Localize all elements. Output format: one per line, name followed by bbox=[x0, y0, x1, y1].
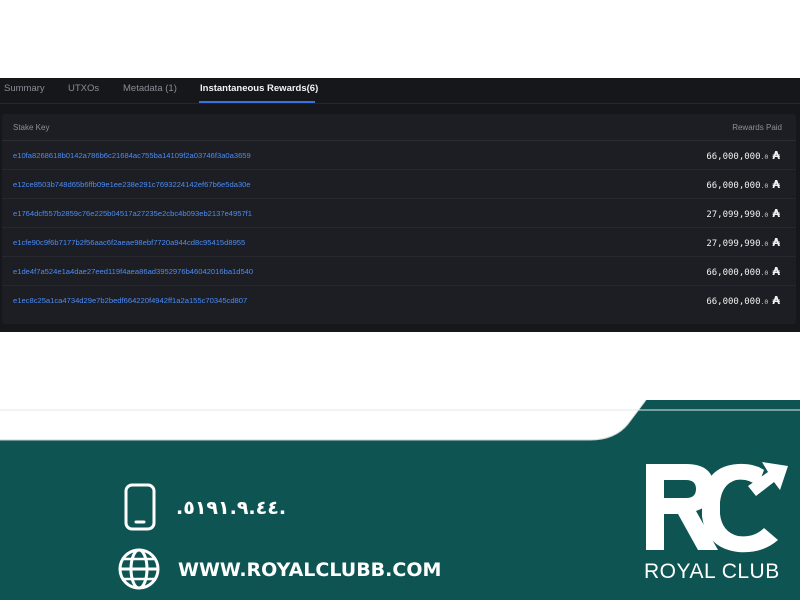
amount-decimals: .0 bbox=[760, 153, 769, 161]
tab-utxos[interactable]: UTXOs bbox=[68, 83, 99, 94]
amount-integer: 66,000,000 bbox=[706, 297, 761, 307]
table-row: e1de4f7a524e1a4dae27eed119f4aea86ad39529… bbox=[2, 257, 796, 286]
reward-amount: 66,000,000.0 ₳ bbox=[706, 265, 780, 278]
ada-currency-icon: ₳ bbox=[772, 294, 780, 307]
tab-metadata[interactable]: Metadata (1) bbox=[123, 83, 177, 94]
stake-key-link[interactable]: e12ce8503b748d65b6ffb09e1ee238e291c76932… bbox=[13, 180, 251, 189]
reward-amount: 66,000,000.0 ₳ bbox=[706, 149, 780, 162]
amount-decimals: .0 bbox=[760, 269, 769, 277]
stake-key-link[interactable]: e1cfe90c9f6b7177b2f56aac6f2aeae98ebf7720… bbox=[13, 238, 245, 247]
royal-club-logo bbox=[646, 462, 788, 553]
amount-decimals: .0 bbox=[760, 240, 769, 248]
column-header-rewards-paid: Rewards Paid bbox=[732, 123, 782, 132]
tab-bar: Summary UTXOs Metadata (1) Instantaneous… bbox=[0, 78, 800, 104]
table-row: e1ec8c25a1ca4734d29e7b2bedf664220f4942ff… bbox=[2, 286, 796, 315]
phone-icon bbox=[124, 483, 156, 531]
ada-currency-icon: ₳ bbox=[772, 236, 780, 249]
phone-number: .٥١٩١.٩.٤٤. bbox=[176, 497, 287, 519]
reward-amount: 66,000,000.0 ₳ bbox=[706, 294, 780, 307]
reward-amount: 27,099,990.0 ₳ bbox=[706, 236, 780, 249]
amount-integer: 27,099,990 bbox=[706, 239, 761, 249]
table-row: e1764dcf557b2859c76e225b04517a27235e2cbc… bbox=[2, 199, 796, 228]
amount-decimals: .0 bbox=[760, 182, 769, 190]
tab-instantaneous-rewards[interactable]: Instantaneous Rewards(6) bbox=[200, 83, 318, 94]
stake-key-link[interactable]: e1ec8c25a1ca4734d29e7b2bedf664220f4942ff… bbox=[13, 296, 247, 305]
website-url[interactable]: WWW.ROYALCLUBB.COM bbox=[178, 559, 441, 581]
globe-icon bbox=[118, 548, 160, 590]
reward-amount: 27,099,990.0 ₳ bbox=[706, 207, 780, 220]
stake-key-link[interactable]: e1764dcf557b2859c76e225b04517a27235e2cbc… bbox=[13, 209, 252, 218]
column-header-stake-key: Stake Key bbox=[13, 123, 50, 132]
ada-currency-icon: ₳ bbox=[772, 149, 780, 162]
table-row: e12ce8503b748d65b6ffb09e1ee238e291c76932… bbox=[2, 170, 796, 199]
stake-key-link[interactable]: e1de4f7a524e1a4dae27eed119f4aea86ad39529… bbox=[13, 267, 253, 276]
ada-currency-icon: ₳ bbox=[772, 178, 780, 191]
amount-integer: 66,000,000 bbox=[706, 268, 761, 278]
advertisement-banner: .٥١٩١.٩.٤٤. WWW.ROYALCLUBB.COM ROYAL CLU… bbox=[0, 400, 800, 600]
amount-integer: 66,000,000 bbox=[706, 152, 761, 162]
page: Summary UTXOs Metadata (1) Instantaneous… bbox=[0, 0, 800, 600]
active-tab-indicator bbox=[199, 101, 315, 103]
amount-integer: 27,099,990 bbox=[706, 210, 761, 220]
rewards-table: Stake Key Rewards Paid e10fa8268618b0142… bbox=[2, 114, 796, 324]
table-row: e10fa8268618b0142a786b6c21684ac755ba1410… bbox=[2, 141, 796, 170]
explorer-panel: Summary UTXOs Metadata (1) Instantaneous… bbox=[0, 78, 800, 332]
reward-amount: 66,000,000.0 ₳ bbox=[706, 178, 780, 191]
amount-decimals: .0 bbox=[760, 211, 769, 219]
tab-summary[interactable]: Summary bbox=[4, 83, 45, 94]
table-header: Stake Key Rewards Paid bbox=[2, 114, 796, 141]
amount-integer: 66,000,000 bbox=[706, 181, 761, 191]
table-row: e1cfe90c9f6b7177b2f56aac6f2aeae98ebf7720… bbox=[2, 228, 796, 257]
stake-key-link[interactable]: e10fa8268618b0142a786b6c21684ac755ba1410… bbox=[13, 151, 251, 160]
ada-currency-icon: ₳ bbox=[772, 265, 780, 278]
ada-currency-icon: ₳ bbox=[772, 207, 780, 220]
amount-decimals: .0 bbox=[760, 298, 769, 306]
brand-name: ROYAL CLUB bbox=[644, 560, 780, 583]
